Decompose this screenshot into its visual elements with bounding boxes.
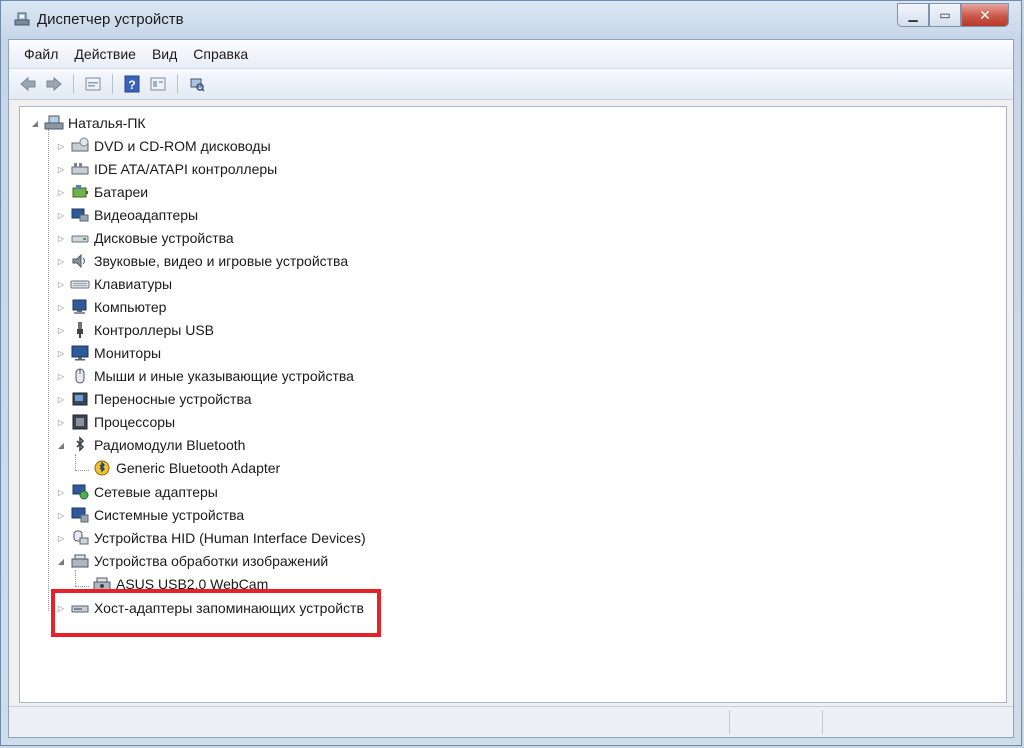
- monitor-icon: [70, 344, 90, 362]
- tree-item-ide[interactable]: ▷ IDE ATA/ATAPI контроллеры: [56, 158, 277, 180]
- expand-icon[interactable]: ▷: [56, 141, 66, 151]
- display-adapter-icon: [70, 206, 90, 224]
- expand-icon[interactable]: ▷: [56, 394, 66, 404]
- collapse-icon[interactable]: ◢: [56, 556, 66, 566]
- status-pane: [822, 710, 923, 734]
- tree-line: [48, 129, 49, 611]
- sound-icon: [70, 252, 90, 270]
- device-manager-window: Диспетчер устройств ▁ ▭ ✕ Файл Действие …: [0, 0, 1022, 746]
- highlight-box: [51, 589, 381, 637]
- toolbar-separator: [112, 74, 113, 94]
- tree-item-mouse[interactable]: ▷ Мыши и иные указывающие устройства: [56, 365, 354, 387]
- forward-arrow-icon[interactable]: [43, 73, 65, 95]
- maximize-button[interactable]: ▭: [929, 3, 961, 27]
- help-icon[interactable]: ?: [121, 73, 143, 95]
- expand-icon[interactable]: ▷: [56, 164, 66, 174]
- view-icon[interactable]: [147, 73, 169, 95]
- dvd-drive-icon: [70, 137, 90, 155]
- tree-item-hid[interactable]: ▷ Устройства HID (Human Interface Device…: [56, 527, 366, 549]
- device-tree[interactable]: ◢ Наталья-ПК ▷ DVD и CD-ROM дисководы ▷ …: [19, 106, 1007, 703]
- minimize-button[interactable]: ▁: [897, 3, 929, 27]
- tree-line: [75, 570, 76, 586]
- menu-bar: Файл Действие Вид Справка: [9, 40, 1013, 69]
- portable-device-icon: [70, 390, 90, 408]
- imaging-device-icon: [70, 552, 90, 570]
- tree-item-system[interactable]: ▷ Системные устройства: [56, 504, 244, 526]
- client-area: Файл Действие Вид Справка ? ◢ Наталья-ПК…: [8, 39, 1014, 738]
- network-adapter-icon: [70, 483, 90, 501]
- toolbar-separator: [73, 74, 74, 94]
- back-arrow-icon[interactable]: [17, 73, 39, 95]
- expand-icon[interactable]: ▷: [56, 510, 66, 520]
- tree-line: [75, 470, 89, 471]
- toolbar: ?: [9, 69, 1013, 100]
- tree-item-dvd[interactable]: ▷ DVD и CD-ROM дисководы: [56, 135, 271, 157]
- tree-line: [75, 586, 89, 587]
- expand-icon[interactable]: ▷: [56, 371, 66, 381]
- collapse-icon[interactable]: ◢: [30, 118, 40, 128]
- battery-icon: [70, 183, 90, 201]
- expand-icon[interactable]: ▷: [56, 533, 66, 543]
- ide-controller-icon: [70, 160, 90, 178]
- expand-icon[interactable]: ▷: [56, 279, 66, 289]
- toolbar-separator: [177, 74, 178, 94]
- root-label: Наталья-ПК: [68, 115, 146, 131]
- tree-item-video[interactable]: ▷ Видеоадаптеры: [56, 204, 198, 226]
- tree-item-imaging[interactable]: ◢ Устройства обработки изображений: [56, 550, 328, 572]
- disk-drive-icon: [70, 229, 90, 247]
- expand-icon[interactable]: ▷: [56, 233, 66, 243]
- expand-icon[interactable]: ▷: [56, 256, 66, 266]
- expand-icon[interactable]: ▷: [56, 487, 66, 497]
- menu-file[interactable]: Файл: [17, 44, 65, 64]
- scan-hardware-icon[interactable]: [186, 73, 208, 95]
- processor-icon: [70, 413, 90, 431]
- tree-child-bluetooth-adapter[interactable]: Generic Bluetooth Adapter: [92, 457, 280, 479]
- keyboard-icon: [70, 275, 90, 293]
- mouse-icon: [70, 367, 90, 385]
- tree-item-network[interactable]: ▷ Сетевые адаптеры: [56, 481, 218, 503]
- bluetooth-icon: [70, 436, 90, 454]
- window-controls: ▁ ▭ ✕: [897, 3, 1009, 27]
- tree-item-computer[interactable]: ▷ Компьютер: [56, 296, 167, 318]
- expand-icon[interactable]: ▷: [56, 417, 66, 427]
- tree-item-usb[interactable]: ▷ Контроллеры USB: [56, 319, 214, 341]
- collapse-icon[interactable]: ◢: [56, 440, 66, 450]
- expand-icon[interactable]: ▷: [56, 348, 66, 358]
- tree-root[interactable]: ◢ Наталья-ПК: [30, 112, 146, 134]
- expand-icon[interactable]: ▷: [56, 302, 66, 312]
- menu-help[interactable]: Справка: [186, 44, 255, 64]
- hid-icon: [70, 529, 90, 547]
- tree-item-bluetooth[interactable]: ◢ Радиомодули Bluetooth: [56, 434, 245, 456]
- computer-icon: [70, 298, 90, 316]
- svg-text:?: ?: [128, 78, 135, 92]
- expand-icon[interactable]: ▷: [56, 210, 66, 220]
- tree-item-sound[interactable]: ▷ Звуковые, видео и игровые устройства: [56, 250, 348, 272]
- tree-item-monitors[interactable]: ▷ Мониторы: [56, 342, 161, 364]
- status-bar: [9, 706, 1013, 737]
- tree-item-portable[interactable]: ▷ Переносные устройства: [56, 388, 252, 410]
- properties-icon[interactable]: [82, 73, 104, 95]
- tree-item-keyboard[interactable]: ▷ Клавиатуры: [56, 273, 172, 295]
- expand-icon[interactable]: ▷: [56, 325, 66, 335]
- tree-item-battery[interactable]: ▷ Батареи: [56, 181, 148, 203]
- close-button[interactable]: ✕: [961, 3, 1009, 27]
- status-pane: [729, 710, 823, 734]
- device-manager-icon: [14, 12, 30, 26]
- computer-root-icon: [44, 114, 64, 132]
- usb-icon: [70, 321, 90, 339]
- bluetooth-adapter-icon: [92, 459, 112, 477]
- expand-icon[interactable]: ▷: [56, 187, 66, 197]
- window-title: Диспетчер устройств: [37, 11, 184, 28]
- tree-item-processors[interactable]: ▷ Процессоры: [56, 411, 175, 433]
- menu-action[interactable]: Действие: [67, 44, 143, 64]
- tree-item-disk[interactable]: ▷ Дисковые устройства: [56, 227, 234, 249]
- menu-view[interactable]: Вид: [145, 44, 184, 64]
- title-bar[interactable]: Диспетчер устройств ▁ ▭ ✕: [1, 1, 1021, 39]
- tree-line: [75, 454, 76, 470]
- system-device-icon: [70, 506, 90, 524]
